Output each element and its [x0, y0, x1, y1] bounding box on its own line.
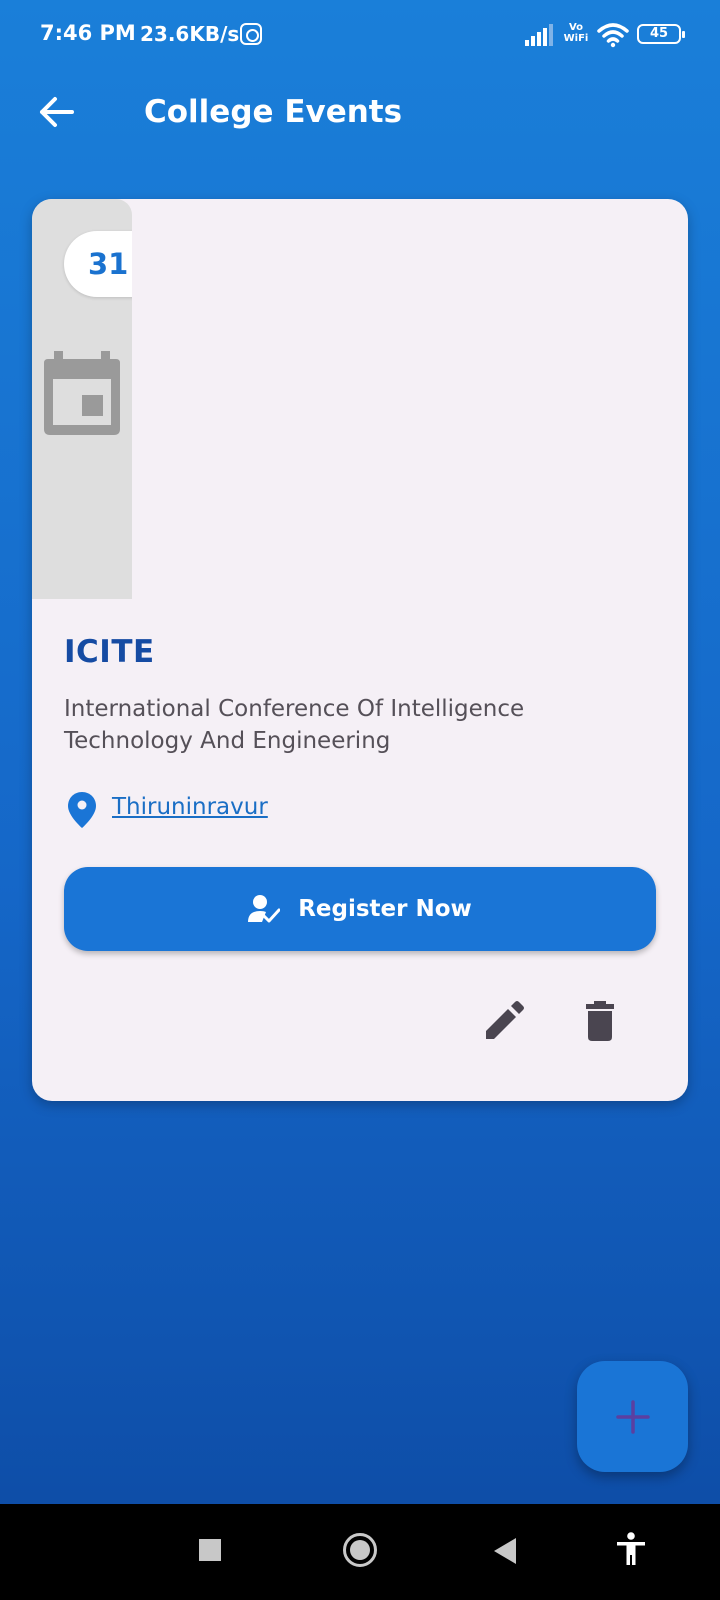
- system-nav-bar: [0, 1504, 720, 1600]
- back-button[interactable]: [36, 92, 76, 132]
- location-link[interactable]: Thiruninravur: [112, 794, 268, 820]
- status-time: 7:46 PM: [40, 21, 136, 45]
- add-event-button[interactable]: [577, 1361, 688, 1472]
- person-check-icon: [248, 895, 281, 923]
- status-bar: 7:46 PM 23.6KB/s Vo WiFi 45: [0, 0, 720, 70]
- instagram-icon: [240, 23, 262, 45]
- recents-icon[interactable]: [199, 1539, 221, 1561]
- home-icon[interactable]: [343, 1533, 377, 1567]
- event-image-placeholder: 31 N: [32, 199, 132, 599]
- wifi-icon: [597, 23, 629, 48]
- location-pin-icon: [68, 792, 96, 828]
- calendar-icon: [44, 351, 120, 435]
- nav-back-icon[interactable]: [494, 1538, 516, 1564]
- arrow-back-icon: [40, 97, 74, 127]
- register-now-label: Register Now: [298, 896, 472, 922]
- event-title: ICITE: [64, 634, 155, 670]
- signal-icon: [525, 24, 553, 46]
- vowifi-label: Vo WiFi: [563, 22, 589, 44]
- plus-icon: [615, 1399, 650, 1434]
- event-description: International Conference Of Intelligence…: [64, 696, 525, 754]
- network-speed: 23.6KB/s: [140, 22, 240, 46]
- date-badge: 31 N: [64, 231, 132, 297]
- delete-button[interactable]: [578, 999, 622, 1043]
- accessibility-icon[interactable]: [616, 1532, 646, 1566]
- battery-level: 45: [649, 26, 669, 41]
- edit-button[interactable]: [482, 999, 526, 1043]
- edit-icon: [486, 1001, 524, 1039]
- delete-icon: [586, 1001, 614, 1041]
- event-card[interactable]: 31 N ICITE International Conference Of I…: [32, 199, 688, 1101]
- register-now-button[interactable]: Register Now: [64, 867, 656, 951]
- battery-icon: 45: [637, 24, 685, 44]
- page-title: College Events: [144, 94, 403, 130]
